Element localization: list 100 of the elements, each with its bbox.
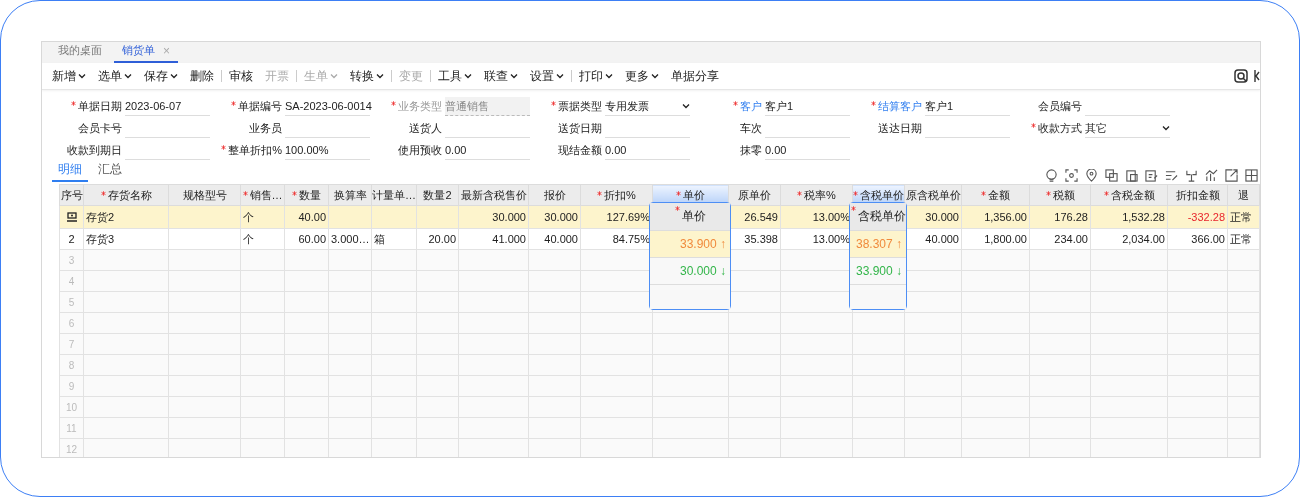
bulb-icon[interactable] — [1045, 169, 1058, 182]
column-header[interactable]: 数量 — [284, 184, 329, 206]
table-cell: 2 — [68, 233, 75, 245]
input-field[interactable]: SA-2023-06-0014 — [285, 97, 370, 116]
dropdown-button[interactable]: 打印 — [573, 66, 619, 86]
table-cell: 35.398 — [744, 233, 778, 245]
paste-icon[interactable] — [1125, 169, 1138, 182]
caret-icon — [510, 73, 518, 79]
input-field[interactable]: 客户1 — [765, 97, 850, 116]
dropdown-button[interactable]: 选单 — [92, 66, 138, 86]
dropdown-field[interactable]: 专用发票 — [605, 97, 690, 116]
dropdown-button[interactable]: 工具 — [432, 66, 478, 86]
column-header[interactable]: 序号 — [59, 184, 84, 206]
dropdown-button[interactable]: 转换 — [344, 66, 390, 86]
field-label: 业务员 — [248, 121, 282, 136]
column-header[interactable]: 退 — [1227, 184, 1260, 206]
column-header[interactable]: 金额 — [961, 184, 1030, 206]
caret-icon — [556, 73, 564, 79]
field-label: 送达日期 — [877, 121, 922, 136]
caret-icon — [682, 103, 690, 109]
input-field[interactable]: 100.00% — [285, 141, 370, 160]
dropdown-button[interactable]: 设置 — [524, 66, 570, 86]
caret-icon — [651, 73, 659, 79]
column-header[interactable]: 换算率 — [328, 184, 372, 206]
column-header[interactable]: 销售… — [240, 184, 285, 206]
column-header[interactable]: 规格型号 — [168, 184, 241, 206]
input-field[interactable]: 客户1 — [925, 97, 1010, 116]
document-edit-icon[interactable] — [1145, 169, 1158, 182]
column-header[interactable]: 最新含税售价 — [458, 184, 529, 206]
caret-icon — [376, 73, 384, 79]
table-cell: 20.00 — [428, 233, 456, 245]
dropdown-field[interactable]: 其它 — [1085, 119, 1170, 138]
table-cell: 40.00 — [298, 211, 326, 223]
table-cell: 存货3 — [86, 232, 115, 245]
row-number: 5 — [67, 296, 76, 308]
caret-icon — [78, 73, 86, 79]
row-number: 11 — [65, 422, 78, 434]
tab[interactable]: 明细 — [52, 161, 88, 182]
columns-icon[interactable] — [1245, 169, 1258, 182]
column-header[interactable]: 报价 — [528, 184, 581, 206]
field-label: 整单折扣% — [210, 143, 282, 158]
column-header[interactable]: 原含税单价 — [904, 184, 962, 206]
tab[interactable]: 销货单 × — [114, 43, 178, 63]
copy-icon[interactable] — [1105, 169, 1118, 182]
chart-icon[interactable] — [1205, 169, 1218, 182]
field-label: 收款到期日 — [66, 143, 122, 158]
split-icon[interactable] — [1185, 169, 1198, 182]
export-icon[interactable] — [1225, 169, 1238, 182]
tab[interactable]: 我的桌面 — [50, 43, 110, 63]
field-link[interactable]: 结算客户 — [850, 99, 922, 114]
row-number: 12 — [64, 443, 79, 455]
search-icon[interactable] — [1234, 69, 1248, 83]
toolbar-button[interactable]: 删除 — [184, 66, 220, 86]
input-field[interactable]: 0.00 — [765, 141, 850, 160]
table-cell: 个 — [243, 232, 254, 245]
price-value: 33.900 ↑ — [679, 237, 726, 251]
column-header[interactable]: 数量2 — [416, 184, 459, 206]
column-header[interactable]: 折扣% — [580, 184, 653, 206]
column-header[interactable]: 原单价 — [728, 184, 781, 206]
location-pin-icon[interactable] — [1085, 169, 1098, 182]
input-field[interactable]: 0.00 — [445, 141, 530, 160]
field-label: 车次 — [739, 121, 762, 136]
column-header[interactable]: 税率% — [780, 184, 853, 206]
table-cell: 1,356.00 — [984, 211, 1027, 223]
column-header[interactable]: 税额 — [1029, 184, 1091, 206]
scan-icon[interactable] — [1065, 169, 1078, 182]
price-value: 30.000 ↓ — [679, 264, 726, 278]
table-cell: 个 — [243, 210, 254, 223]
dropdown-button[interactable]: 联查 — [478, 66, 524, 86]
column-header[interactable]: 存货名称 — [83, 184, 169, 206]
dropdown-button[interactable]: 新增 — [46, 66, 92, 86]
field-label: 送货日期 — [557, 121, 602, 136]
table-cell: 30.000 — [544, 211, 578, 223]
table-cell: 234.00 — [1054, 233, 1088, 245]
input-field[interactable]: 2023-06-07 — [125, 97, 210, 116]
toolbar-button[interactable]: 审核 — [223, 66, 259, 86]
table-cell: 30.000 — [925, 211, 959, 223]
toolbar-button[interactable]: 单据分享 — [665, 66, 725, 86]
table-cell: 26.549 — [744, 211, 778, 223]
row-number: 3 — [67, 254, 76, 266]
table-cell: 41.000 — [492, 233, 526, 245]
dropdown-button[interactable]: 更多 — [619, 66, 665, 86]
first-page-icon[interactable] — [1254, 69, 1260, 83]
column-header[interactable]: 折扣金额 — [1167, 184, 1228, 206]
row-marker-icon[interactable] — [65, 212, 78, 222]
row-number: 4 — [67, 275, 76, 287]
column-header[interactable]: 计量单… — [371, 184, 417, 206]
column-header[interactable]: 含税金额 — [1090, 184, 1168, 206]
field-label: 会员卡号 — [77, 121, 122, 136]
list-edit-icon[interactable] — [1165, 169, 1178, 182]
tab[interactable]: 汇总 — [92, 161, 128, 182]
popup-header: 含税单价 — [850, 203, 906, 231]
row-number: 8 — [67, 359, 76, 371]
table-cell: 箱 — [374, 232, 385, 245]
caret-icon — [330, 73, 338, 79]
table-cell: 正常 — [1230, 232, 1252, 245]
field-link[interactable]: 客户 — [690, 99, 762, 114]
table-cell: 13.00% — [812, 233, 850, 245]
dropdown-button[interactable]: 保存 — [138, 66, 184, 86]
input-field[interactable]: 0.00 — [605, 141, 690, 160]
